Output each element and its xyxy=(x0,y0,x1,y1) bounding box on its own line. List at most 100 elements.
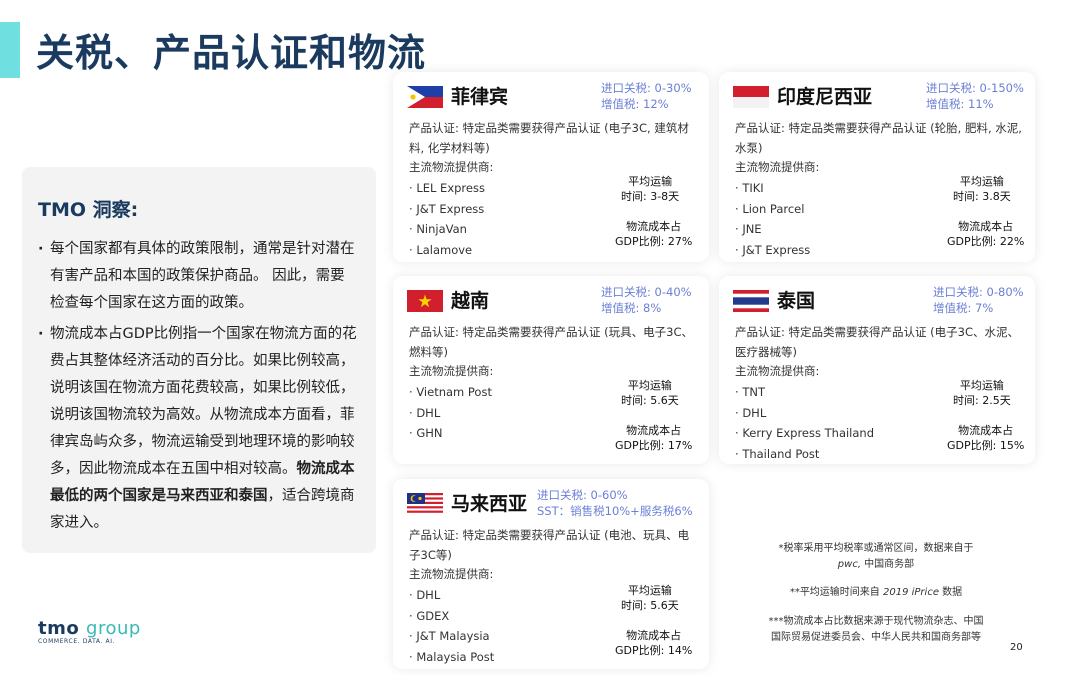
footnote-2-source: 2019 iPrice xyxy=(883,587,939,598)
tmo-group-logo: tmo group COMMERCE. DATA. AI. xyxy=(38,618,141,645)
list-item: J&T Express xyxy=(409,199,485,220)
logo-tagline: COMMERCE. DATA. AI. xyxy=(38,638,116,645)
providers-label: 主流物流提供商: xyxy=(409,160,494,174)
logo-wordmark: tmo group xyxy=(38,618,141,639)
footnote-3: ***物流成本占比数据来源于现代物流杂志、中国 国际贸易促进委员会、中华人民共和… xyxy=(726,614,1026,646)
vat: 增值税: 7% xyxy=(933,301,994,315)
cost-label: 物流成本占 xyxy=(626,424,682,437)
country-name: 越南 xyxy=(451,290,490,312)
transit-label: 平均运输 xyxy=(627,584,672,597)
cost-value: GDP比例: 15% xyxy=(947,439,1025,452)
list-item: GHN xyxy=(409,423,492,444)
product-cert: 产品认证: 特定品类需要获得产品认证 (电子3C、水泥、医疗器械等) xyxy=(735,325,1020,359)
import-tax: 进口关税: 0-150% xyxy=(926,81,1024,95)
cost-label: 物流成本占 xyxy=(626,629,682,642)
transit-stat: 平均运输 时间: 2.5天 xyxy=(953,378,1011,408)
import-tax: 进口关税: 0-30% xyxy=(601,81,692,95)
footnote-2-pre: **平均运输时间来自 xyxy=(789,587,883,598)
insight-bullet-1: 每个国家都有具体的政策限制，通常是针对潜在有害产品和本国的政策保护商品。 因此，… xyxy=(38,236,358,317)
cost-label: 物流成本占 xyxy=(958,220,1014,233)
import-tax: 进口关税: 0-80% xyxy=(933,285,1024,299)
card-indonesia: 印度尼西亚 进口关税: 0-150% 增值税: 11% 产品认证: 特定品类需要… xyxy=(719,72,1035,262)
logo-tmo: tmo xyxy=(38,618,80,639)
insight-bullet-2: 物流成本占GDP比例指一个国家在物流方面的花费占其整体经济活动的百分比。如果比例… xyxy=(38,321,358,537)
country-name: 菲律宾 xyxy=(451,86,509,108)
footnote-1-line2: pwc, 中国商务部 xyxy=(726,557,1026,573)
list-item: JNE xyxy=(735,219,810,240)
list-item: LEL Express xyxy=(409,178,485,199)
providers-label: 主流物流提供商: xyxy=(735,160,820,174)
transit-value: 时间: 5.6天 xyxy=(621,394,679,407)
logo-group: group xyxy=(86,618,141,639)
footnote-1: *税率采用平均税率或通常区间，数据来自于 pwc, 中国商务部 xyxy=(726,541,1026,573)
transit-stat: 平均运输 时间: 5.6天 xyxy=(621,583,679,613)
list-item: Vietnam Post xyxy=(409,382,492,403)
insight-heading: TMO 洞察: xyxy=(38,199,139,221)
indonesia-flag-icon xyxy=(733,86,769,108)
transit-value: 时间: 3-8天 xyxy=(621,190,680,203)
card-thailand: 泰国 进口关税: 0-80% 增值税: 7% 产品认证: 特定品类需要获得产品认… xyxy=(719,276,1035,464)
cost-value: GDP比例: 17% xyxy=(615,439,693,452)
vietnam-flag-icon xyxy=(407,290,443,312)
cost-stat: 物流成本占 GDP比例: 15% xyxy=(947,423,1024,453)
product-cert: 产品认证: 特定品类需要获得产品认证 (电子3C, 建筑材料, 化学材料等) xyxy=(409,121,689,155)
transit-value: 时间: 5.6天 xyxy=(621,599,679,612)
providers-list: Vietnam Post DHL GHN xyxy=(409,382,492,444)
page-title: 关税、产品认证和物流 xyxy=(36,31,427,75)
list-item: DHL xyxy=(735,403,874,424)
accent-bar xyxy=(0,22,20,78)
list-item: J&T Express xyxy=(735,240,810,261)
list-item: DHL xyxy=(409,585,494,606)
footnote-1-line1: *税率采用平均税率或通常区间，数据来自于 xyxy=(778,543,974,554)
transit-label: 平均运输 xyxy=(959,379,1004,392)
cost-value: GDP比例: 14% xyxy=(615,644,693,657)
providers-list: LEL Express J&T Express NinjaVan Lalamov… xyxy=(409,178,485,260)
footnote-3-line1: ***物流成本占比数据来源于现代物流杂志、中国 xyxy=(768,616,984,627)
list-item: Malaysia Post xyxy=(409,647,494,668)
footnote-2-post: 数据 xyxy=(938,587,963,598)
import-tax: 进口关税: 0-60% xyxy=(537,488,628,502)
vat: 增值税: 12% xyxy=(601,97,669,111)
malaysia-flag-icon xyxy=(407,493,443,515)
transit-stat: 平均运输 时间: 3.8天 xyxy=(953,174,1011,204)
tax-info: 进口关税: 0-40% 增值税: 8% xyxy=(601,284,692,316)
card-philippines: 菲律宾 进口关税: 0-30% 增值税: 12% 产品认证: 特定品类需要获得产… xyxy=(393,72,709,262)
providers-label: 主流物流提供商: xyxy=(409,567,494,581)
product-cert: 产品认证: 特定品类需要获得产品认证 (轮胎, 肥料, 水泥, 水泵) xyxy=(735,121,1022,155)
card-malaysia: 马来西亚 进口关税: 0-60% SST：销售税10%+服务税6% 产品认证: … xyxy=(393,479,709,669)
insight-panel: TMO 洞察: 每个国家都有具体的政策限制，通常是针对潜在有害产品和本国的政策保… xyxy=(22,167,376,553)
list-item: Thailand Post xyxy=(735,444,874,465)
list-item: J&T Malaysia xyxy=(409,626,494,647)
cost-stat: 物流成本占 GDP比例: 14% xyxy=(615,628,692,658)
insight-bullet-2-text: 物流成本占GDP比例指一个国家在物流方面的花费占其整体经济活动的百分比。如果比例… xyxy=(50,326,357,477)
transit-stat: 平均运输 时间: 5.6天 xyxy=(621,378,679,408)
transit-value: 时间: 3.8天 xyxy=(953,190,1011,203)
list-item: Lalamove xyxy=(409,240,485,261)
providers-label: 主流物流提供商: xyxy=(409,364,494,378)
footnote-1-source: pwc, xyxy=(837,559,861,570)
cost-value: GDP比例: 22% xyxy=(947,235,1025,248)
list-item: Kerry Express Thailand xyxy=(735,423,874,444)
list-item: NinjaVan xyxy=(409,219,485,240)
country-name: 印度尼西亚 xyxy=(777,86,873,108)
country-name: 泰国 xyxy=(777,290,816,312)
product-cert: 产品认证: 特定品类需要获得产品认证 (玩具、电子3C、燃料等) xyxy=(409,325,694,359)
transit-value: 时间: 2.5天 xyxy=(953,394,1011,407)
sst-tax: SST：销售税10%+服务税6% xyxy=(537,504,693,518)
import-tax: 进口关税: 0-40% xyxy=(601,285,692,299)
transit-label: 平均运输 xyxy=(627,379,672,392)
thailand-flag-icon xyxy=(733,290,769,312)
product-cert: 产品认证: 特定品类需要获得产品认证 (电池、玩具、电子3C等) xyxy=(409,528,690,562)
cost-stat: 物流成本占 GDP比例: 22% xyxy=(947,219,1024,249)
tax-info: 进口关税: 0-30% 增值税: 12% xyxy=(601,80,692,112)
vat: 增值税: 8% xyxy=(601,301,662,315)
providers-list: DHL GDEX J&T Malaysia Malaysia Post xyxy=(409,585,494,667)
list-item: GDEX xyxy=(409,606,494,627)
tax-info: 进口关税: 0-60% SST：销售税10%+服务税6% xyxy=(537,487,693,519)
vat: 增值税: 11% xyxy=(926,97,994,111)
transit-label: 平均运输 xyxy=(628,175,673,188)
cost-value: GDP比例: 27% xyxy=(615,235,693,248)
card-vietnam: 越南 进口关税: 0-40% 增值税: 8% 产品认证: 特定品类需要获得产品认… xyxy=(393,276,709,464)
list-item: Lion Parcel xyxy=(735,199,810,220)
footnote-2: **平均运输时间来自 2019 iPrice 数据 xyxy=(726,585,1026,601)
